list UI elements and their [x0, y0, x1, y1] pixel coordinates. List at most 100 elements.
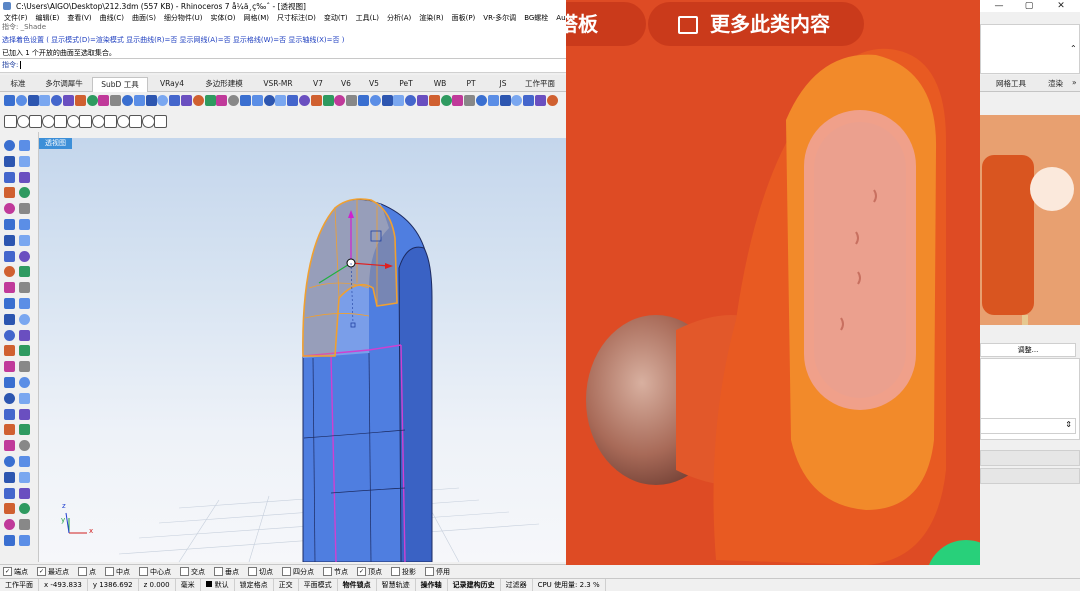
- osnap-4[interactable]: 中心点: [136, 565, 171, 578]
- subd-tool-icon[interactable]: [39, 95, 51, 106]
- tab-v6[interactable]: V6: [334, 77, 358, 91]
- close-button[interactable]: ✕: [1046, 0, 1076, 12]
- subd-tool-icon[interactable]: [393, 95, 405, 106]
- perspective-viewport[interactable]: 透视图 x y z: [39, 138, 566, 562]
- subd-tool-icon[interactable]: [63, 95, 74, 106]
- subd-tool-icon[interactable]: [487, 95, 499, 106]
- subd-tool-icon[interactable]: [145, 95, 157, 106]
- subd-tool-icon[interactable]: [476, 95, 487, 106]
- osnap-11[interactable]: 投影: [388, 565, 416, 578]
- subd-tool-icon[interactable]: [511, 95, 523, 106]
- menu-subd[interactable]: 细分物件(U): [160, 12, 207, 24]
- menu-dimension[interactable]: 尺寸标注(D): [273, 12, 320, 24]
- left-tool-icon[interactable]: [19, 250, 30, 262]
- left-tool-icon[interactable]: [4, 313, 15, 325]
- subd-edit-tool-icon[interactable]: [154, 115, 167, 128]
- minimize-button[interactable]: —: [984, 0, 1014, 12]
- subd-tool-icon[interactable]: [204, 95, 216, 106]
- subd-edit-tool-icon[interactable]: [41, 115, 55, 128]
- left-tool-icon[interactable]: [4, 424, 15, 436]
- menu-vr[interactable]: VR-多尔调: [479, 12, 520, 24]
- subd-tool-icon[interactable]: [86, 95, 98, 106]
- panel-button-2[interactable]: [980, 468, 1080, 484]
- subd-tool-icon[interactable]: [157, 95, 169, 106]
- left-tool-icon[interactable]: [19, 266, 30, 278]
- tab-pt[interactable]: PT: [458, 77, 484, 91]
- tab-polymodel[interactable]: 多边形建模: [198, 77, 250, 91]
- left-tool-icon[interactable]: [4, 155, 15, 167]
- left-tool-icon[interactable]: [19, 535, 30, 546]
- maximize-button[interactable]: ▢: [1014, 0, 1044, 12]
- menu-transform[interactable]: 变动(T): [320, 12, 352, 24]
- status-toggle-smarttrack[interactable]: 智慧轨迹: [377, 579, 416, 591]
- left-tool-icon[interactable]: [4, 298, 15, 309]
- status-toggle-ortho[interactable]: 正交: [274, 579, 299, 591]
- subd-edit-tool-icon[interactable]: [129, 115, 142, 128]
- left-tool-icon[interactable]: [19, 171, 30, 183]
- menu-surface[interactable]: 曲面(S): [128, 12, 160, 24]
- collapse-icon[interactable]: ⌃: [1070, 44, 1077, 53]
- overlay-product-photo[interactable]: 搭板 更多此类内容: [566, 0, 980, 565]
- osnap-7[interactable]: 切点: [245, 565, 273, 578]
- subd-tool-icon[interactable]: [122, 95, 133, 106]
- status-toggle-osnap[interactable]: 物件锁点: [338, 579, 377, 591]
- left-tool-icon[interactable]: [19, 361, 30, 373]
- osnap-1[interactable]: ✓ 最近点: [34, 565, 69, 578]
- subd-tool-icon[interactable]: [299, 95, 310, 106]
- subd-edit-tool-icon[interactable]: [116, 115, 130, 128]
- left-tool-icon[interactable]: [19, 345, 30, 357]
- osnap-8[interactable]: 四分点: [279, 565, 314, 578]
- subd-tool-icon[interactable]: [263, 95, 275, 106]
- menu-curve[interactable]: 曲线(C): [96, 12, 128, 24]
- subd-tool-icon[interactable]: [27, 95, 39, 106]
- property-dropdown[interactable]: ⇕: [980, 418, 1076, 434]
- more-content-button[interactable]: 更多此类内容: [648, 2, 864, 46]
- left-tool-icon[interactable]: [19, 234, 30, 246]
- left-tool-icon[interactable]: [19, 503, 30, 515]
- subd-edit-tool-icon[interactable]: [141, 115, 155, 128]
- left-tool-icon[interactable]: [4, 345, 15, 357]
- left-tool-icon[interactable]: [19, 282, 30, 294]
- tab-pet[interactable]: PeT: [392, 77, 420, 91]
- left-tool-icon[interactable]: [4, 219, 15, 230]
- subd-tool-icon[interactable]: [417, 95, 428, 106]
- left-tool-icon[interactable]: [19, 377, 30, 388]
- subd-tool-icon[interactable]: [428, 95, 440, 106]
- subd-tool-icon[interactable]: [464, 95, 476, 106]
- left-tool-icon[interactable]: [4, 456, 15, 467]
- subd-tool-icon[interactable]: [523, 95, 535, 106]
- subd-tool-icon[interactable]: [74, 95, 86, 106]
- subd-edit-tool-icon[interactable]: [29, 115, 42, 128]
- subd-tool-icon[interactable]: [4, 95, 15, 106]
- tab-subd[interactable]: SubD 工具: [92, 77, 148, 92]
- left-tool-icon[interactable]: [4, 503, 15, 515]
- subd-tool-icon[interactable]: [369, 95, 381, 106]
- subd-tool-icon[interactable]: [452, 95, 464, 106]
- left-tool-icon[interactable]: [4, 171, 15, 183]
- left-tool-icon[interactable]: [4, 487, 15, 499]
- left-tool-icon[interactable]: [19, 519, 30, 531]
- left-tool-icon[interactable]: [19, 487, 30, 499]
- left-tool-icon[interactable]: [19, 187, 30, 199]
- tab-js[interactable]: JS: [490, 77, 516, 91]
- osnap-6[interactable]: 垂点: [211, 565, 239, 578]
- tab-overflow-icon[interactable]: »: [1072, 78, 1077, 87]
- left-tool-icon[interactable]: [4, 519, 15, 531]
- left-tool-icon[interactable]: [4, 234, 15, 246]
- left-tool-icon[interactable]: [4, 408, 15, 420]
- left-tool-icon[interactable]: [4, 329, 15, 341]
- subd-tool-icon[interactable]: [251, 95, 263, 106]
- status-toggle-filter[interactable]: 过滤器: [501, 579, 533, 591]
- tab-cplane[interactable]: 工作平面: [520, 77, 560, 91]
- left-tool-icon[interactable]: [19, 456, 30, 467]
- subd-edit-tool-icon[interactable]: [4, 115, 17, 128]
- menu-render[interactable]: 渲染(R): [415, 12, 447, 24]
- status-toggle-grid-snap[interactable]: 锁定格点: [235, 579, 274, 591]
- panel-button-1[interactable]: [980, 450, 1080, 466]
- subd-tool-icon[interactable]: [228, 95, 240, 106]
- tab-mesh-tools[interactable]: 网格工具: [996, 78, 1026, 89]
- subd-tool-icon[interactable]: [322, 95, 334, 106]
- osnap-12[interactable]: 停用: [422, 565, 450, 578]
- left-tool-icon[interactable]: [4, 392, 15, 404]
- adjust-button[interactable]: 调整...: [980, 343, 1076, 357]
